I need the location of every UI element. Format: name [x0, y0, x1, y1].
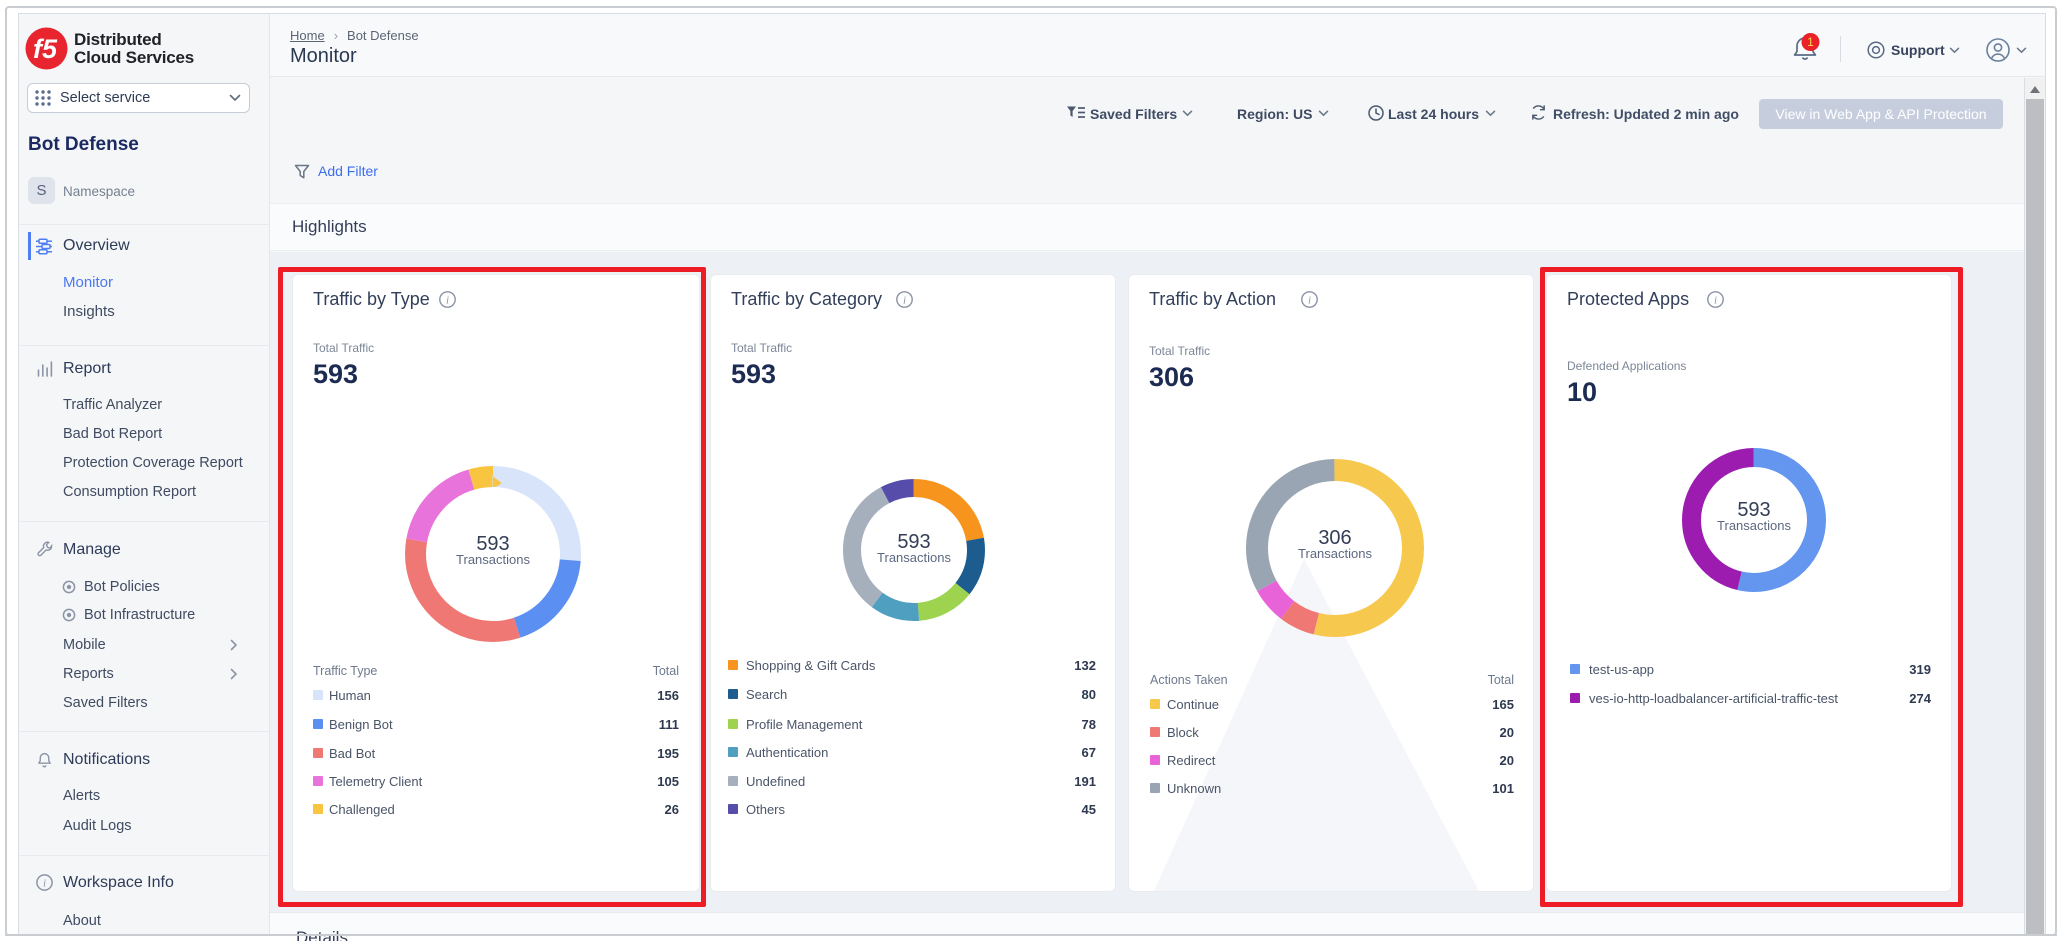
svg-text:1: 1 — [1807, 35, 1814, 49]
svg-text:i: i — [1308, 295, 1311, 307]
svg-text:f5: f5 — [33, 34, 58, 64]
svg-text:i: i — [43, 878, 46, 890]
svg-text:i: i — [903, 295, 906, 307]
